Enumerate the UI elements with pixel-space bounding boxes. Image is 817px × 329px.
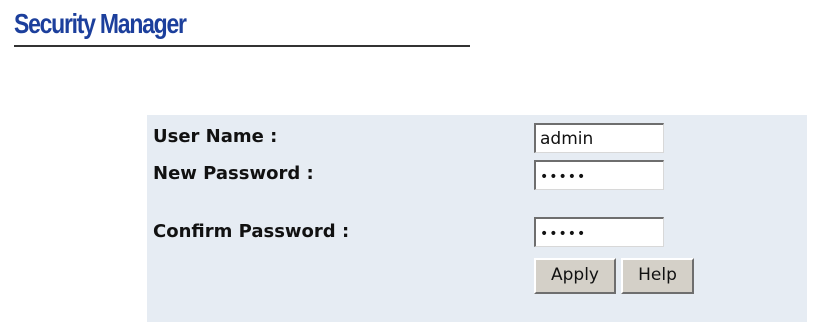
page-header: Security Manager xyxy=(14,2,470,52)
help-button[interactable]: Help xyxy=(621,258,694,294)
new-password-mask: ••••• xyxy=(540,169,587,185)
apply-button[interactable]: Apply xyxy=(534,258,616,294)
confirm-password-label: Confirm Password : xyxy=(153,221,350,242)
new-password-row: New Password : ••••• xyxy=(147,157,807,193)
user-name-label: User Name : xyxy=(153,126,278,147)
new-password-input[interactable]: ••••• xyxy=(534,160,664,190)
new-password-label: New Password : xyxy=(153,163,314,184)
user-name-row: User Name : admin xyxy=(147,120,807,156)
confirm-password-row: Confirm Password : ••••• xyxy=(147,212,807,248)
confirm-password-input[interactable]: ••••• xyxy=(534,217,664,247)
title-underline xyxy=(14,45,470,47)
security-manager-page: Security Manager User Name : admin New P… xyxy=(0,0,817,329)
security-form: User Name : admin New Password : ••••• C… xyxy=(147,115,807,322)
confirm-password-mask: ••••• xyxy=(540,226,587,242)
user-name-input[interactable]: admin xyxy=(534,123,664,153)
page-title: Security Manager xyxy=(14,8,187,39)
